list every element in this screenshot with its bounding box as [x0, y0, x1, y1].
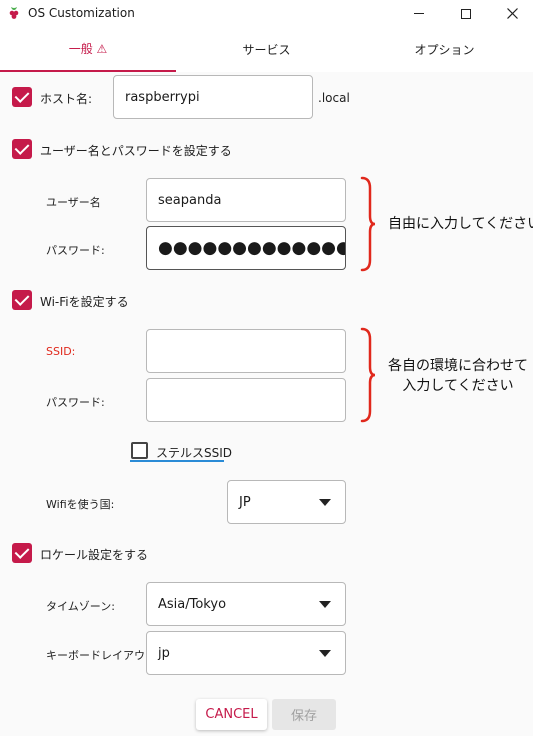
wifi-country-select[interactable]: JP: [227, 480, 346, 524]
wifi-password-label: パスワード:: [46, 396, 105, 409]
tab-options[interactable]: オプション: [356, 27, 533, 72]
tab-services[interactable]: サービス: [178, 27, 355, 72]
set-user-checkbox[interactable]: [12, 139, 32, 159]
locale-checkbox[interactable]: [12, 543, 32, 563]
minimize-button[interactable]: [396, 0, 442, 27]
close-icon: [506, 8, 518, 19]
maximize-icon: [461, 8, 471, 19]
raspberry-pi-icon: [9, 7, 19, 19]
hostname-value: raspberrypi: [125, 89, 200, 105]
wifi-password-input[interactable]: [146, 378, 346, 422]
dropdown-arrow-icon: [319, 499, 331, 506]
dropdown-arrow-icon: [319, 650, 331, 657]
timezone-select[interactable]: Asia/Tokyo: [146, 582, 346, 626]
keyboard-value: jp: [158, 645, 170, 661]
hidden-ssid-label: ステルスSSID: [156, 446, 233, 460]
tab-bar: 一般 ⚠ サービス オプション: [0, 27, 533, 72]
hostname-label: ホスト名:: [40, 92, 93, 106]
timezone-value: Asia/Tokyo: [158, 596, 227, 612]
set-user-label: ユーザー名とパスワードを設定する: [40, 144, 232, 158]
hidden-ssid-checkbox[interactable]: [131, 442, 148, 459]
focus-underline: [130, 460, 224, 462]
save-button[interactable]: 保存: [272, 699, 336, 730]
tab-general[interactable]: 一般 ⚠: [0, 27, 176, 72]
wifi-note-line1: 各自の環境に合わせて: [388, 358, 528, 374]
timezone-label: タイムゾーン:: [46, 600, 115, 613]
hostname-checkbox[interactable]: [12, 87, 32, 107]
username-value: seapanda: [158, 192, 222, 208]
close-button[interactable]: [489, 0, 533, 27]
keyboard-label: キーボードレイアウト:: [46, 649, 160, 662]
wifi-checkbox[interactable]: [12, 290, 32, 310]
locale-label: ロケール設定をする: [40, 548, 149, 562]
user-note: 自由に入力してください: [388, 216, 533, 232]
window-title: OS Customization: [28, 6, 135, 20]
title-bar: OS Customization: [0, 0, 533, 27]
dropdown-arrow-icon: [319, 601, 331, 608]
wifi-country-value: JP: [239, 494, 251, 510]
username-label: ユーザー名: [46, 196, 101, 209]
ssid-input[interactable]: [146, 329, 346, 373]
user-password-value: ●●●●●●●●●●●●●●: [158, 238, 346, 258]
hostname-input[interactable]: raspberrypi: [113, 75, 313, 119]
red-bracket-wifi: [360, 327, 376, 423]
minimize-icon: [414, 13, 424, 14]
cancel-button[interactable]: CANCEL: [196, 699, 267, 730]
username-input[interactable]: seapanda: [146, 178, 346, 222]
maximize-button[interactable]: [443, 0, 489, 27]
user-password-label: パスワード:: [46, 244, 105, 257]
user-password-input[interactable]: ●●●●●●●●●●●●●●: [146, 226, 346, 270]
wifi-note-line2: 入力してください: [402, 378, 514, 394]
wifi-label: Wi-Fiを設定する: [40, 295, 129, 309]
keyboard-select[interactable]: jp: [146, 631, 346, 675]
ssid-label: SSID:: [46, 345, 76, 358]
hostname-suffix: .local: [318, 91, 350, 105]
red-bracket-user: [360, 176, 376, 272]
wifi-country-label: Wifiを使う国:: [46, 498, 115, 511]
